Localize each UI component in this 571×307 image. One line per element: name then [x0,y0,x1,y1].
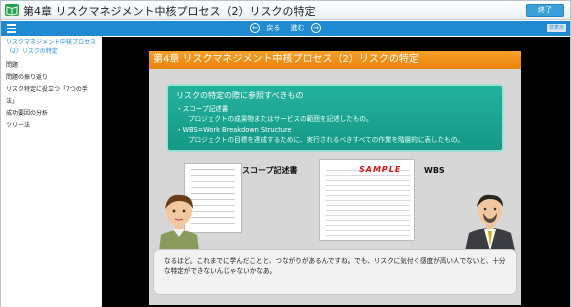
wbs-label: WBS [424,166,445,175]
nav-bar: ← 戻る 進む → 非表示 [1,21,570,36]
sidebar-item-risk-identification[interactable]: リスクマネジメント中核プロセス（2）リスクの特定 [1,37,101,60]
bullet-wbs: ・WBS=Work Breakdown Structure [176,126,292,134]
sample-stamp: SAMPLE [359,165,402,174]
young-man-character [159,194,199,251]
speech-bubble: なるほど。これまでに学んだことと、つながりがあるんですね。でも、リスクに気付く感… [153,249,517,295]
bullet-scope-desc: プロジェクトの成果物またはサービスの範囲を記述したもの。 [188,115,373,123]
page-navigation: ← 戻る 進む → [1,23,570,33]
sidebar-item-question[interactable]: 問題 [1,60,101,72]
prev-button[interactable]: 戻る [266,24,280,32]
hide-toggle[interactable]: 非表示 [546,24,566,32]
next-arrow-icon[interactable]: → [310,23,321,33]
bullet-wbs-desc: プロジェクトの目標を達成するために、実行されるべきすべての作業を階層的に表したも… [188,136,465,144]
prev-arrow-icon[interactable]: ← [250,23,261,33]
content-stage: 第4章 リスクマネジメント中核プロセス（2）リスクの特定 リスクの特定の際に参照… [102,37,570,307]
scope-document-label: スコープ記述書 [242,166,298,175]
sidebar-item-review[interactable]: 問題の振り返り [1,72,101,84]
end-button[interactable]: 終了 [526,4,564,17]
sidebar-item-tree-method[interactable]: ツリー法 [1,120,101,132]
reference-box: リスクの特定の際に参照すべきもの ・スコープ記述書 プロジェクトの成果物またはサ… [166,84,504,152]
slide: 第4章 リスクマネジメント中核プロセス（2）リスクの特定 リスクの特定の際に参照… [149,51,521,305]
sidebar: リスクマネジメント中核プロセス（2）リスクの特定 問題 問題の振り返り リスク特… [1,37,101,307]
app-window: 第4章 リスクマネジメント中核プロセス（2）リスクの特定 終了 ← 戻る 進む … [0,0,571,307]
slide-header: 第4章 リスクマネジメント中核プロセス（2）リスクの特定 [149,51,521,69]
sidebar-item-success-factors[interactable]: 成功要因の分析 [1,108,101,120]
book-icon [5,4,19,16]
title-bar: 第4章 リスクマネジメント中核プロセス（2）リスクの特定 終了 [1,1,570,20]
next-button[interactable]: 進む [291,24,305,32]
window-title: 第4章 リスクマネジメント中核プロセス（2）リスクの特定 [23,5,316,18]
reference-box-title: リスクの特定の際に参照すべきもの [176,91,304,100]
sidebar-item-seven-methods[interactable]: リスク特定に役立つ「7つの手法」 [1,84,101,108]
instructor-character [465,194,515,251]
bullet-scope: ・スコープ記述書 [176,105,229,113]
